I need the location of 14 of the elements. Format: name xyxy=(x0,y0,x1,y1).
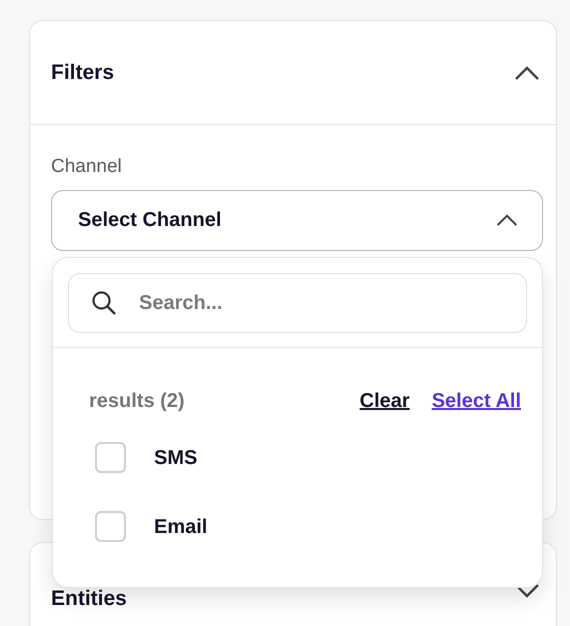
option-label[interactable]: SMS xyxy=(154,442,198,472)
panel-title: Filters xyxy=(51,60,114,86)
search-field[interactable]: Search... xyxy=(68,273,527,333)
chevron-icon[interactable] xyxy=(496,213,518,227)
clear-link[interactable]: Clear xyxy=(360,386,410,416)
checkbox[interactable] xyxy=(95,511,126,542)
option-label[interactable]: Email xyxy=(154,512,208,542)
channel-select[interactable]: Select Channel xyxy=(51,190,543,250)
select-all-link[interactable]: Select All xyxy=(432,386,521,416)
checkbox[interactable] xyxy=(95,442,126,473)
panel-title: Entities xyxy=(51,586,127,612)
chevron-icon[interactable] xyxy=(514,64,540,80)
results-count: results (2) xyxy=(89,389,185,414)
field-label: Channel xyxy=(51,155,122,179)
